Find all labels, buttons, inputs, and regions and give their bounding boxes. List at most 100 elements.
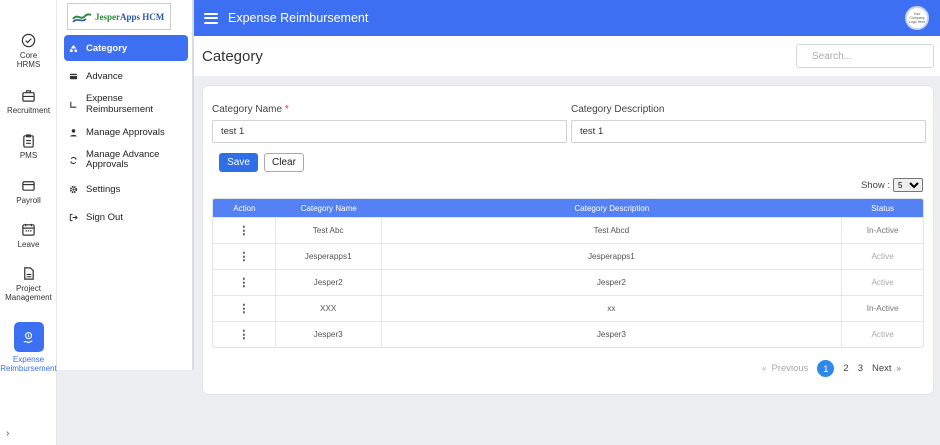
row-actions-kebab-icon[interactable]: ⋮ — [213, 296, 276, 321]
category-description-label: Category Description — [571, 104, 665, 115]
table-row: ⋮ Jesper3 Jesper3 Active — [213, 321, 923, 347]
logo-wave-icon — [72, 12, 92, 23]
active-module-highlight — [13, 322, 44, 352]
cell-description: Jesper2 — [382, 270, 843, 295]
table-header: Action Category Name Category Descriptio… — [213, 199, 923, 217]
shield-check-icon — [21, 33, 36, 48]
rail-label: Core HRMS — [16, 51, 41, 69]
rail-item-project-management[interactable]: Project Management — [0, 266, 57, 302]
table-row: ⋮ Jesper2 Jesper2 Active — [213, 269, 923, 295]
rail-label: Expense Reimbursement — [0, 355, 57, 373]
previous-page-button[interactable]: Previous — [771, 363, 808, 374]
sign-out-icon — [69, 213, 78, 221]
next-page-button[interactable]: Next — [872, 363, 892, 374]
cell-description: Jesper3 — [382, 322, 843, 347]
page-title: Category — [202, 48, 263, 65]
save-button[interactable]: Save — [219, 153, 258, 172]
cell-description: Test Abcd — [382, 218, 843, 243]
refresh-icon — [70, 156, 77, 164]
company-avatar[interactable]: Your Company Logo Here — [905, 6, 929, 30]
menu-label: Advance — [86, 70, 123, 82]
cell-description: xx — [382, 296, 843, 321]
search-input[interactable] — [796, 44, 934, 68]
rail-label: PMS — [19, 151, 38, 160]
document-icon — [24, 267, 34, 280]
expand-rail-button[interactable]: › — [6, 428, 9, 439]
rail-item-expense-reimbursement[interactable]: Expense Reimbursement — [0, 322, 57, 373]
table-row: ⋮ Test Abc Test Abcd In-Active — [213, 217, 923, 243]
expense-icon — [70, 101, 77, 108]
menu-label: Category — [86, 42, 128, 54]
category-table: Action Category Name Category Descriptio… — [212, 198, 924, 348]
page-2-button[interactable]: 2 — [843, 363, 848, 374]
menu-label: Settings — [86, 183, 121, 195]
rail-item-pms[interactable]: PMS — [0, 133, 57, 160]
company-logo: JesperApps HCM — [67, 3, 171, 30]
header-status: Status — [871, 203, 894, 213]
calendar-icon — [22, 223, 35, 236]
menu-label: Manage Advance Approvals — [86, 149, 160, 170]
menu-item-advance[interactable]: Advance — [64, 63, 188, 89]
previous-arrow-icon: « — [761, 364, 767, 373]
user-icon — [70, 128, 77, 137]
sub-menu: JesperApps HCM Category Advance Expense … — [57, 0, 194, 370]
page-1-button[interactable]: 1 — [817, 360, 835, 377]
menu-item-category[interactable]: Category — [64, 35, 188, 61]
menu-label: Sign Out — [86, 211, 123, 223]
status-badge: In-Active — [866, 304, 899, 313]
category-name-label: Category Name * — [212, 104, 289, 115]
header-category-description: Category Description — [574, 203, 650, 213]
briefcase-icon — [22, 90, 35, 102]
module-rail: Core HRMS Recruitment PMS Payroll Leave … — [0, 0, 57, 445]
page-header: Category — [194, 36, 940, 76]
category-name-input[interactable] — [212, 120, 567, 143]
pagination: « Previous 1 2 3 Next » — [762, 360, 901, 377]
clipboard-icon — [23, 134, 34, 148]
status-badge: Active — [871, 252, 894, 261]
category-description-input[interactable] — [571, 120, 926, 143]
wallet-icon — [22, 181, 35, 191]
top-bar: Expense Reimbursement Your Company Logo … — [194, 0, 940, 36]
menu-item-settings[interactable]: Settings — [64, 176, 188, 202]
rail-item-recruitment[interactable]: Recruitment — [0, 88, 57, 115]
menu-item-manage-approvals[interactable]: Manage Approvals — [64, 119, 188, 145]
clear-button[interactable]: Clear — [264, 153, 304, 172]
rail-item-leave[interactable]: Leave — [0, 222, 57, 249]
show-label: Show : — [860, 179, 890, 191]
card-icon — [69, 73, 78, 79]
triangle-shapes-icon — [69, 44, 78, 52]
hand-coin-icon — [23, 331, 33, 343]
app-title: Expense Reimbursement — [228, 11, 369, 25]
show-entries: Show : 5 — [861, 178, 923, 192]
row-actions-kebab-icon[interactable]: ⋮ — [213, 322, 276, 347]
show-entries-select[interactable]: 5 — [893, 178, 923, 192]
status-badge: In-Active — [866, 226, 899, 235]
status-badge: Active — [871, 278, 894, 287]
rail-label: Leave — [17, 240, 40, 249]
row-actions-kebab-icon[interactable]: ⋮ — [213, 244, 276, 269]
cell-name: Jesperapps1 — [276, 244, 382, 269]
table-row: ⋮ Jesperapps1 Jesperapps1 Active — [213, 243, 923, 269]
hamburger-menu-icon[interactable] — [204, 12, 218, 24]
rail-label: Recruitment — [6, 106, 51, 115]
rail-item-core-hrms[interactable]: Core HRMS — [0, 33, 57, 69]
category-card: Category Name * Category Description Sav… — [202, 85, 934, 395]
next-arrow-icon: » — [896, 364, 901, 373]
rail-item-payroll[interactable]: Payroll — [0, 178, 57, 205]
cell-name: Jesper2 — [276, 270, 382, 295]
row-actions-kebab-icon[interactable]: ⋮ — [213, 218, 276, 243]
status-badge: Active — [871, 330, 894, 339]
menu-item-manage-advance-approvals[interactable]: Manage Advance Approvals — [64, 147, 188, 173]
cell-name: Jesper3 — [276, 322, 382, 347]
menu-label: Expense Reimbursement — [86, 93, 154, 115]
logo-text: JesperApps HCM — [95, 11, 165, 22]
header-category-name: Category Name — [300, 203, 357, 213]
header-action: Action — [233, 203, 256, 213]
menu-item-expense-reimbursement[interactable]: Expense Reimbursement — [64, 91, 188, 117]
menu-item-sign-out[interactable]: Sign Out — [64, 204, 188, 230]
table-row: ⋮ XXX xx In-Active — [213, 295, 923, 321]
row-actions-kebab-icon[interactable]: ⋮ — [213, 270, 276, 295]
page-3-button[interactable]: 3 — [858, 363, 863, 374]
rail-label: Project Management — [5, 284, 52, 302]
cell-name: XXX — [276, 296, 382, 321]
